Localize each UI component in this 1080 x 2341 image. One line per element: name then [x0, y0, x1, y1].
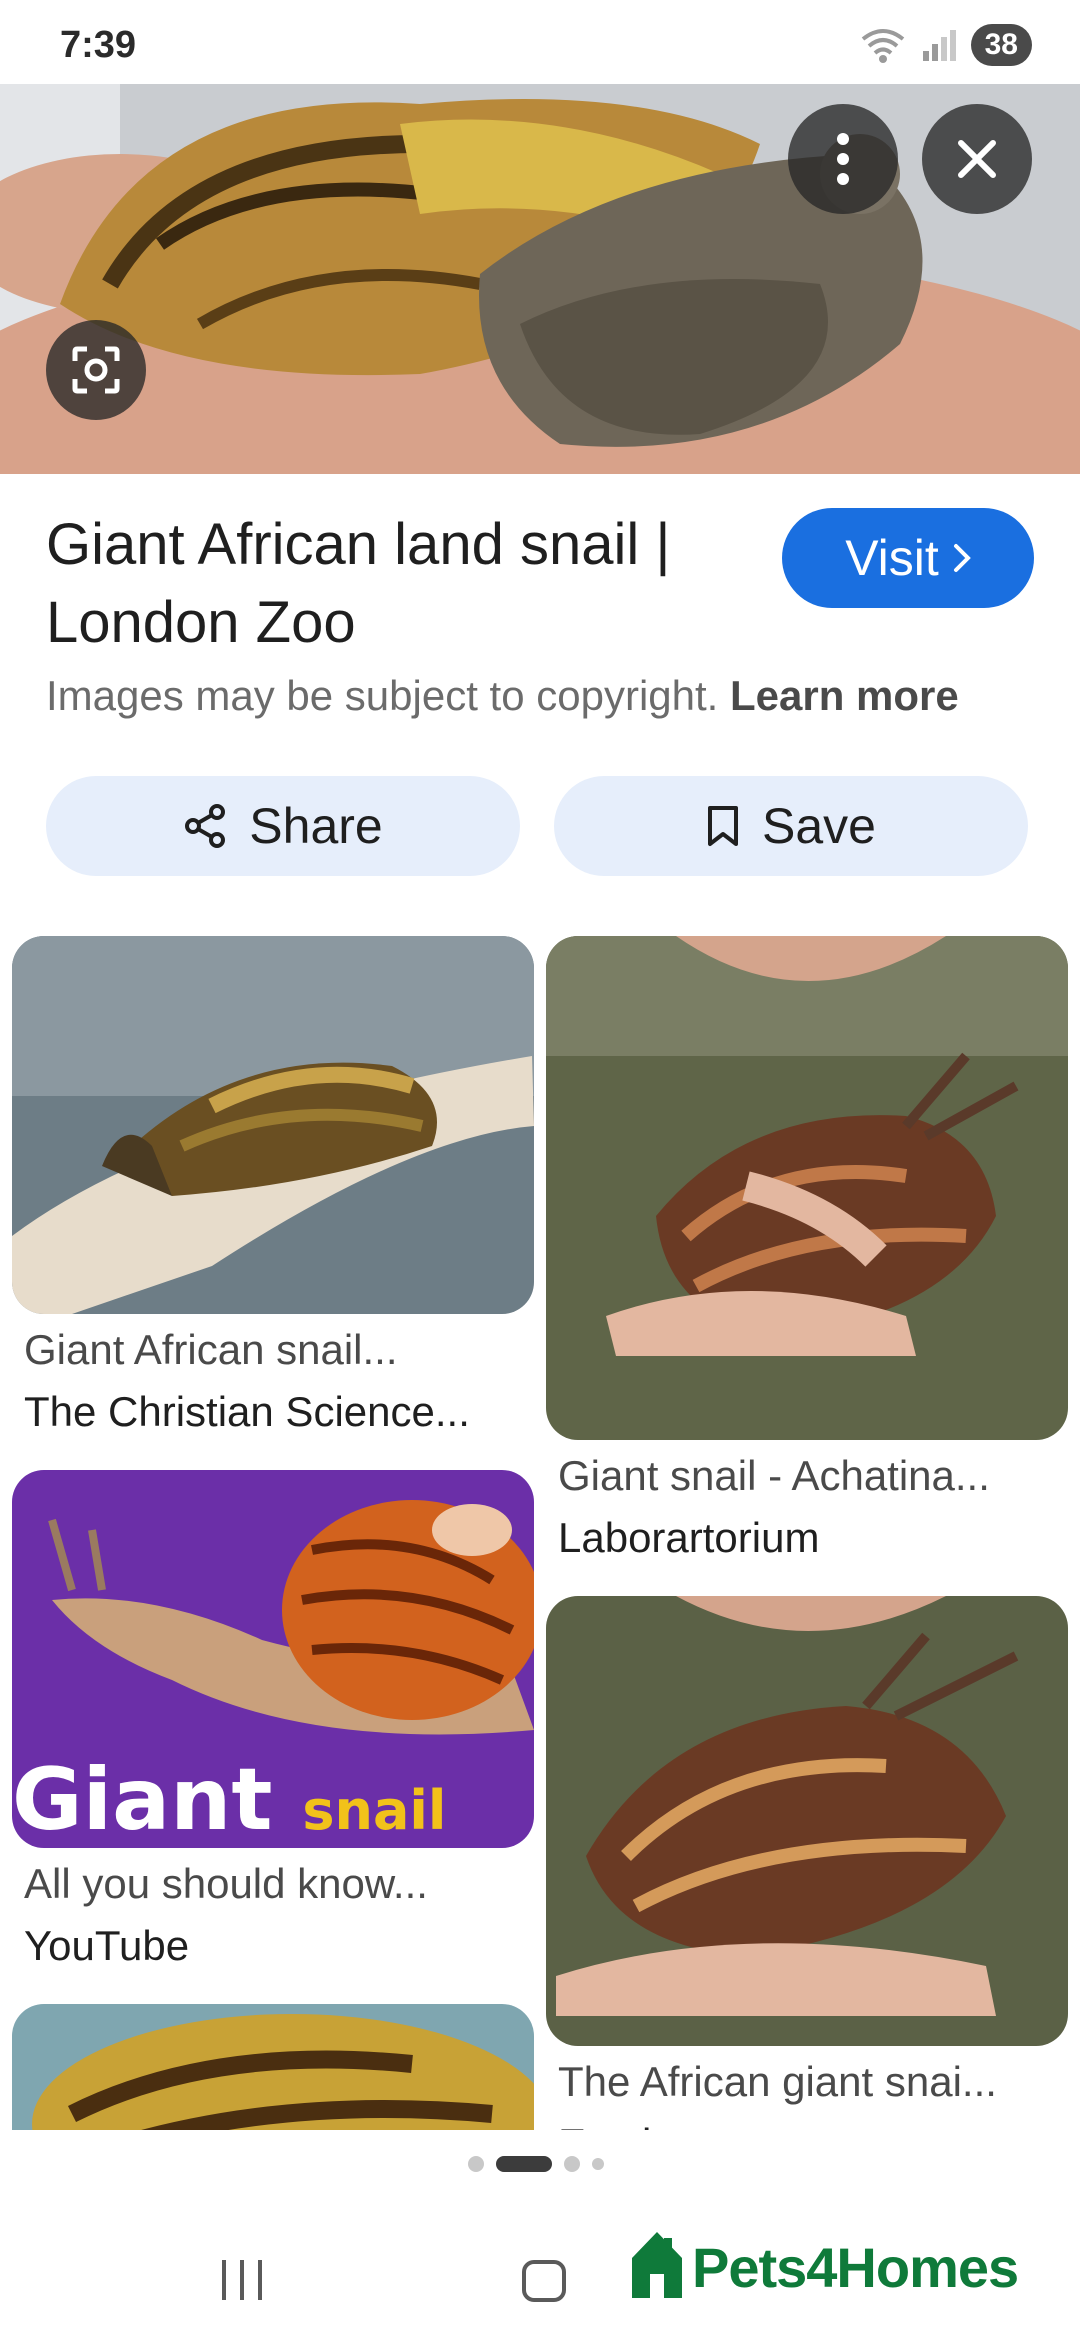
thumb-title[interactable]: The African giant snai...: [558, 2058, 997, 2106]
page-dot: [564, 2156, 580, 2172]
save-label: Save: [762, 798, 876, 854]
thumb-snail-held-woman[interactable]: [546, 936, 1068, 1440]
close-button[interactable]: [922, 104, 1032, 214]
carousel-indicator: [468, 2156, 604, 2172]
status-bar: 7:39 38: [0, 0, 1080, 84]
result-title-line2: London Zoo: [46, 590, 356, 655]
share-button[interactable]: Share: [46, 776, 520, 876]
copyright-text: Images may be subject to copyright.: [46, 672, 719, 719]
thumb-source[interactable]: YouTube: [24, 1922, 189, 1970]
video-overlay-small: snail: [302, 1779, 447, 1842]
lens-icon: [72, 346, 120, 394]
page-dot-active: [496, 2156, 552, 2172]
snail-photo: [0, 84, 1080, 474]
lens-search-button[interactable]: [46, 320, 146, 420]
more-vert-icon: [837, 133, 849, 185]
thumb-source[interactable]: The Christian Science...: [24, 1388, 470, 1436]
status-icons: 38: [859, 24, 1032, 66]
more-options-button[interactable]: [788, 104, 898, 214]
ad-brand-text: Pets4Homes: [692, 2236, 1019, 2299]
bookmark-icon: [708, 806, 739, 846]
visit-label: Visit: [845, 530, 939, 586]
home-icon[interactable]: [520, 2258, 568, 2304]
hero-image[interactable]: [0, 84, 1080, 474]
battery-indicator: 38: [970, 24, 1032, 66]
result-title-line1: Giant African land snail |: [46, 512, 671, 577]
learn-more-link[interactable]: Learn more: [730, 672, 959, 719]
signal-icon: [922, 30, 956, 61]
visit-button[interactable]: Visit: [782, 508, 1034, 608]
wifi-icon: [861, 29, 904, 63]
copyright-notice: Images may be subject to copyright. Lear…: [46, 672, 959, 720]
thumb-snail-on-glove[interactable]: [12, 936, 534, 1314]
thumb-title[interactable]: Giant African snail...: [24, 1326, 398, 1374]
result-title[interactable]: Giant African land snail | London Zoo: [46, 506, 746, 662]
page-dot: [468, 2156, 484, 2172]
share-icon: [185, 804, 226, 848]
video-overlay-big: Giant: [12, 1750, 273, 1848]
thumb-african-giant-snail[interactable]: [546, 1596, 1068, 2046]
share-label: Share: [249, 798, 383, 854]
thumb-title[interactable]: Giant snail - Achatina...: [558, 1452, 990, 1500]
close-icon: [958, 140, 996, 178]
house-logo-icon: [632, 2232, 682, 2298]
save-button[interactable]: Save: [554, 776, 1028, 876]
recent-apps-icon[interactable]: [218, 2258, 266, 2302]
video-overlay-text: Giant snail: [12, 1750, 446, 1848]
page-dot: [592, 2158, 604, 2170]
chevron-right-icon: [953, 544, 971, 572]
thumb-source[interactable]: Laborartorium: [558, 1514, 819, 1562]
thumb-giant-snail-video[interactable]: Giant snail: [12, 1470, 534, 1848]
ad-banner-logo[interactable]: Pets4Homes: [628, 2228, 1019, 2300]
status-time: 7:39: [60, 24, 137, 66]
thumb-title[interactable]: All you should know...: [24, 1860, 428, 1908]
